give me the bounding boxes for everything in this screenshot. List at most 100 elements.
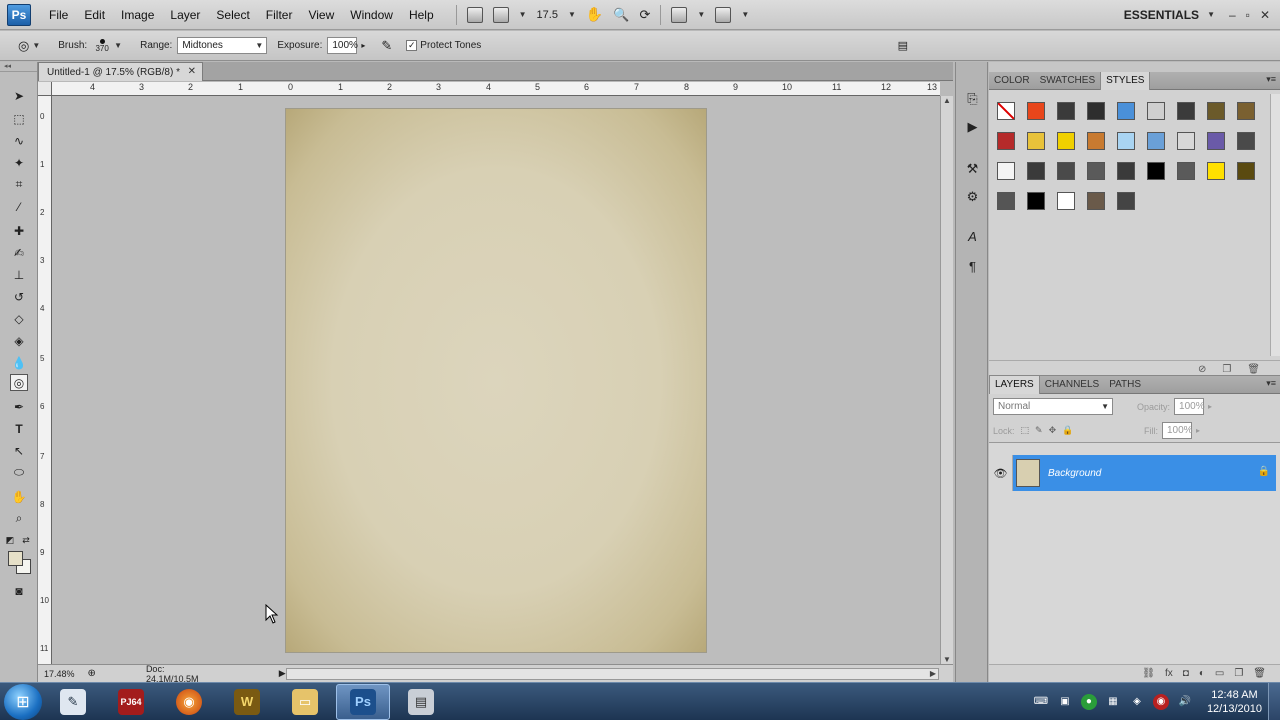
document-canvas[interactable] [286,109,706,652]
ruler-origin[interactable] [38,82,52,96]
visibility-eye-icon[interactable]: 👁 [989,455,1013,491]
style-swatch[interactable] [1171,156,1201,186]
brush-picker[interactable]: 370 [92,35,112,57]
move-tool-icon[interactable]: ➤ [10,87,28,104]
menu-image[interactable]: Image [113,8,162,22]
swap-colors-icon[interactable]: ⇄ [20,532,32,549]
vertical-ruler[interactable]: 0 1 2 3 4 5 6 7 8 9 10 11 [38,96,52,664]
style-swatch[interactable] [1051,156,1081,186]
airbrush-icon[interactable]: ✎ [381,38,392,54]
tab-paths[interactable]: PATHS [1104,376,1146,394]
style-swatch[interactable] [1051,96,1081,126]
style-swatch[interactable] [991,156,1021,186]
shape-tool-icon[interactable]: ⬭ [10,464,28,481]
style-swatch[interactable] [1201,126,1231,156]
chevron-down-icon[interactable]: ▼ [32,41,40,50]
close-button[interactable]: ✕ [1260,8,1270,22]
canvas-area[interactable] [52,96,940,664]
new-layer-icon[interactable]: ❐ [1234,668,1243,679]
scroll-down-icon[interactable]: ▼ [943,655,951,664]
tab-color[interactable]: COLOR [989,72,1035,90]
taskbar-video[interactable]: ▤ [394,684,448,720]
document-tab[interactable]: Untitled-1 @ 17.5% (RGB/8) * ✕ [38,62,203,81]
system-clock[interactable]: 12:48 AM 12/13/2010 [1207,688,1262,716]
hand-tool-icon[interactable]: ✋ [586,6,603,23]
scroll-up-icon[interactable]: ▲ [943,96,951,105]
screen-mode-icon[interactable] [715,6,732,23]
style-swatch[interactable] [1111,156,1141,186]
healing-brush-tool-icon[interactable]: ✚ [10,222,28,239]
style-swatch[interactable] [1231,126,1261,156]
panel-menu-icon[interactable]: ▾≡ [1266,378,1276,389]
tray-network-icon[interactable]: ● [1080,693,1097,710]
start-button[interactable]: ⊞ [4,683,42,720]
chevron-down-icon[interactable]: ▼ [697,10,705,19]
tab-styles[interactable]: STYLES [1100,71,1151,90]
style-swatch[interactable] [1141,96,1171,126]
style-swatch[interactable] [1111,126,1141,156]
menu-window[interactable]: Window [342,8,401,22]
delete-layer-icon[interactable]: 🗑 [1253,668,1266,679]
style-swatch[interactable] [1201,156,1231,186]
eyedropper-tool-icon[interactable]: ⁄ [10,198,28,215]
photoshop-logo[interactable]: Ps [7,3,31,26]
style-swatch[interactable] [1051,126,1081,156]
vertical-scrollbar[interactable]: ▲ ▼ [940,96,953,664]
style-swatch[interactable] [1081,126,1111,156]
fill-input[interactable]: 100% [1161,422,1193,439]
sponge-tool-icon[interactable]: ◎ [10,374,28,391]
style-swatch[interactable] [1081,96,1111,126]
zoom-tool-icon[interactable]: ⌕ [10,510,28,527]
show-desktop-button[interactable] [1268,682,1280,720]
taskbar-notepad[interactable]: ✎ [46,684,100,720]
history-brush-tool-icon[interactable]: ↺ [10,288,28,305]
paint-bucket-tool-icon[interactable]: ◈ [10,332,28,349]
new-style-icon[interactable]: ❐ [1222,364,1231,375]
panel-collapse-grip[interactable]: ◂◂ [0,62,37,72]
opacity-input[interactable]: 100% [1174,398,1205,415]
actions-panel-icon[interactable]: ▶ [964,118,981,135]
clone-source-icon[interactable]: ⚙ [964,188,981,205]
tray-app-icon[interactable]: ▦ [1105,694,1121,710]
quick-mask-icon[interactable]: ◙ [10,582,28,599]
minimize-button[interactable]: – [1229,8,1236,22]
pen-tool-icon[interactable]: ✒ [10,398,28,415]
menu-edit[interactable]: Edit [76,8,113,22]
style-swatch[interactable] [1111,186,1141,216]
marquee-tool-icon[interactable]: ⬚ [10,110,28,127]
tab-layers[interactable]: LAYERS [989,375,1040,394]
style-swatch[interactable] [1231,96,1261,126]
layer-style-icon[interactable]: fx [1165,668,1173,679]
lock-transparent-icon[interactable]: ⬚ [1021,425,1030,436]
brush-tool-icon[interactable]: ✍ [10,244,28,261]
eraser-tool-icon[interactable]: ◇ [10,310,28,327]
menu-filter[interactable]: Filter [258,8,301,22]
style-swatch[interactable] [1021,126,1051,156]
panel-menu-icon[interactable]: ▾≡ [1266,74,1276,85]
style-swatch[interactable] [1171,96,1201,126]
bridge-icon[interactable] [466,6,483,23]
taskbar-firefox[interactable]: ◉ [162,684,216,720]
tray-keyboard-icon[interactable]: ⌨ [1033,694,1049,710]
tab-channels[interactable]: CHANNELS [1040,376,1104,394]
style-swatch[interactable] [1201,96,1231,126]
status-menu-arrow-icon[interactable]: ▶ [279,668,286,679]
view-extras-icon[interactable] [492,6,509,23]
chevron-down-icon[interactable]: ▼ [1207,10,1215,19]
chevron-right-icon[interactable]: ▸ [361,41,365,50]
new-group-icon[interactable]: ▭ [1215,668,1224,679]
sponge-tool-preset-icon[interactable]: ◎ [18,38,29,54]
workspace-switcher[interactable]: ESSENTIALS [1124,8,1199,22]
menu-file[interactable]: File [41,8,76,22]
layer-name[interactable]: Background [1048,468,1101,479]
menu-view[interactable]: View [300,8,342,22]
magic-wand-tool-icon[interactable]: ✦ [10,154,28,171]
style-swatch[interactable] [1021,156,1051,186]
horizontal-ruler[interactable]: 4 3 2 1 0 1 2 3 4 5 6 7 8 9 10 11 12 13 [52,82,940,96]
chevron-down-icon[interactable]: ▼ [741,10,749,19]
zoom-tool-icon[interactable]: 🔍 [613,7,629,23]
hand-tool-icon[interactable]: ✋ [10,488,28,505]
tool-presets-icon[interactable]: ⚒ [964,160,981,177]
chevron-down-icon[interactable]: ▼ [519,10,527,19]
taskbar-pj64[interactable]: PJ64 [104,684,158,720]
